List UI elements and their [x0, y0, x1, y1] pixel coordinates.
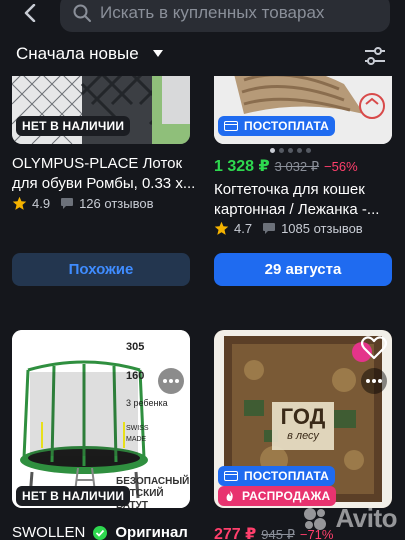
button-label: 29 августа: [264, 261, 342, 278]
reviews-count: 1085 отзывов: [281, 221, 363, 236]
badge-text: РАСПРОДАЖА: [242, 489, 331, 503]
title-line: Когтеточка для кошек: [214, 181, 365, 198]
rating-value: 4.9: [32, 196, 51, 211]
status-badge: НЕТ В НАЛИЧИИ: [16, 486, 131, 506]
book-title: ГОД: [280, 404, 326, 429]
sort-bar: Сначала новые: [0, 36, 405, 76]
spec-kids: 3 ребенка: [126, 398, 168, 408]
brand-row: SWOLLEN Оригинал: [12, 524, 188, 540]
rating-row: 4.9 126 отзывов: [12, 196, 153, 211]
title-line: для обуви Ромбы, 0.33 х...: [12, 175, 196, 192]
badge-text: ПОСТОПЛАТА: [244, 119, 330, 133]
sort-label: Сначала новые: [16, 44, 139, 63]
verified-check-icon: [93, 525, 108, 540]
avito-logo-icon: [304, 507, 327, 530]
comment-icon: [61, 198, 74, 209]
top-bar: [0, 0, 405, 36]
search-box[interactable]: [60, 0, 390, 32]
watermark-text: Avito: [335, 503, 397, 533]
avito-watermark: Avito: [301, 503, 397, 534]
comment-icon: [263, 223, 276, 234]
chevron-left-icon: [24, 4, 36, 22]
title-line: OLYMPUS-PLACE Лоток: [12, 155, 183, 172]
image-pagination: [270, 148, 311, 153]
more-options-button[interactable]: [361, 368, 387, 394]
card-icon: [224, 471, 238, 481]
favorite-heart-icon[interactable]: [158, 336, 184, 360]
sort-select[interactable]: Сначала новые: [16, 44, 163, 64]
book-subtitle: в лесу: [287, 430, 319, 442]
price-row: 1 328 ₽ 3 032 ₽ −56%: [214, 156, 358, 176]
star-icon: [12, 196, 27, 210]
more-options-button[interactable]: [158, 368, 184, 394]
status-badge-text: НЕТ В НАЛИЧИИ: [22, 119, 125, 133]
button-label: Похожие: [68, 261, 134, 278]
delivery-date-button[interactable]: 29 августа: [214, 253, 392, 286]
original-label: Оригинал: [115, 524, 188, 540]
title-line: картонная / Лежанка -...: [214, 201, 380, 218]
brand-name: SWOLLEN: [12, 524, 86, 540]
price-old: 945 ₽: [261, 527, 295, 540]
fire-icon: [226, 490, 233, 502]
product-title[interactable]: Когтеточка для кошек картонная / Лежанка…: [214, 180, 379, 220]
status-badge: НЕТ В НАЛИЧИИ: [16, 116, 131, 136]
price-discount: −56%: [324, 159, 358, 174]
reviews-count: 126 отзывов: [79, 196, 154, 211]
search-icon: [73, 4, 91, 22]
star-icon: [214, 221, 229, 235]
search-input[interactable]: [100, 3, 360, 23]
card-icon: [224, 121, 238, 131]
rating-row: 4.7 1085 отзывов: [214, 221, 363, 236]
swiss-label: SWISS MADE: [126, 425, 149, 443]
product-title[interactable]: OLYMPUS-PLACE Лоток для обуви Ромбы, 0.3…: [12, 154, 195, 194]
price-current: 277 ₽: [214, 526, 257, 540]
postpay-badge: ПОСТОПЛАТА: [218, 466, 336, 486]
postpay-badge: ПОСТОПЛАТА: [218, 116, 336, 136]
back-button[interactable]: [18, 0, 42, 26]
filter-icon[interactable]: [363, 44, 387, 68]
favorite-heart-icon[interactable]: [361, 336, 387, 360]
price-old: 3 032 ₽: [274, 159, 320, 174]
status-badge-text: НЕТ В НАЛИЧИИ: [22, 489, 125, 503]
rating-value: 4.7: [234, 221, 253, 236]
similar-button[interactable]: Похожие: [12, 253, 190, 286]
price-current: 1 328 ₽: [214, 158, 270, 175]
caret-down-icon: [152, 50, 163, 57]
badge-text: ПОСТОПЛАТА: [244, 469, 330, 483]
